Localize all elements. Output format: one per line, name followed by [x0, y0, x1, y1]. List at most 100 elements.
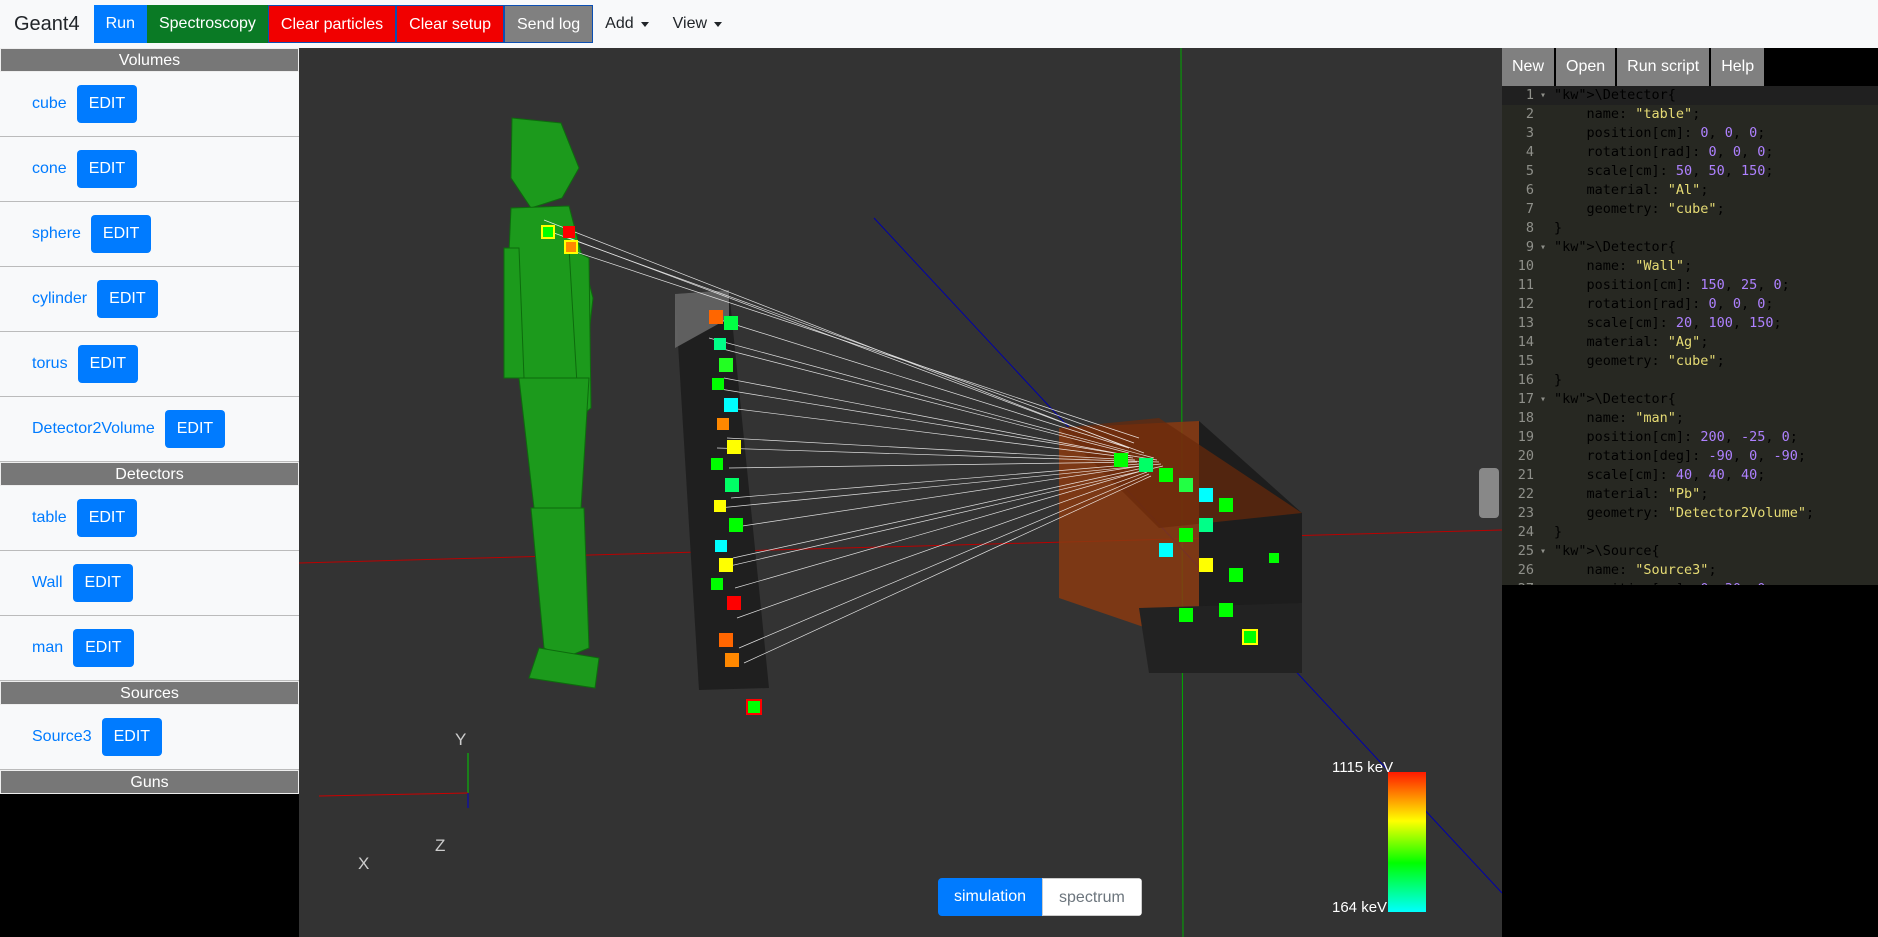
code-line[interactable]: 6 material: "Al";	[1502, 181, 1878, 200]
fold-icon[interactable]: ▾	[1540, 542, 1554, 561]
code-area[interactable]: 1 ▾ "kw">\Detector{2 name: "table"; 3 posit…	[1502, 86, 1878, 585]
add-dropdown[interactable]: Add	[593, 5, 660, 43]
fold-icon[interactable]	[1540, 295, 1554, 314]
code-line[interactable]: 15 geometry: "cube";	[1502, 352, 1878, 371]
scrollbar-thumb[interactable]	[1479, 468, 1499, 518]
volume-label[interactable]: cylinder	[32, 290, 87, 308]
fold-icon[interactable]	[1540, 257, 1554, 276]
code-line[interactable]: 16}	[1502, 371, 1878, 390]
fold-icon[interactable]	[1540, 447, 1554, 466]
view-dropdown[interactable]: View	[661, 5, 734, 43]
run-script-button[interactable]: Run script	[1617, 48, 1712, 86]
scene-canvas[interactable]	[299, 48, 1502, 937]
volume-item-sphere: sphere EDIT	[0, 202, 299, 267]
code-line[interactable]: 18 name: "man";	[1502, 409, 1878, 428]
clear-setup-button[interactable]: Clear setup	[396, 5, 504, 43]
edit-button[interactable]: EDIT	[90, 215, 152, 253]
source-label[interactable]: Source3	[32, 728, 92, 746]
new-button[interactable]: New	[1502, 48, 1557, 86]
code-line[interactable]: 13 scale[cm]: 20, 100, 150;	[1502, 314, 1878, 333]
code-line[interactable]: 27 position[cm]: 0, 30, 0;	[1502, 580, 1878, 585]
fold-icon[interactable]	[1540, 428, 1554, 447]
code-line[interactable]: 8}	[1502, 219, 1878, 238]
code-text: "kw">\Source{	[1554, 543, 1660, 559]
edit-button[interactable]: EDIT	[101, 718, 163, 756]
fold-icon[interactable]	[1540, 124, 1554, 143]
volume-label[interactable]: cube	[32, 95, 67, 113]
edit-button[interactable]: EDIT	[73, 629, 134, 667]
send-log-button[interactable]: Send log	[504, 5, 594, 43]
fold-icon[interactable]	[1540, 504, 1554, 523]
fold-icon[interactable]	[1540, 466, 1554, 485]
fold-icon[interactable]	[1540, 143, 1554, 162]
edit-button[interactable]: EDIT	[76, 499, 138, 537]
fold-icon[interactable]: ▾	[1540, 390, 1554, 409]
edit-button[interactable]: EDIT	[164, 410, 226, 448]
fold-icon[interactable]	[1540, 561, 1554, 580]
edit-button[interactable]: EDIT	[76, 150, 138, 188]
code-line[interactable]: 20 rotation[deg]: -90, 0, -90;	[1502, 447, 1878, 466]
fold-icon[interactable]	[1540, 352, 1554, 371]
code-line[interactable]: 23 geometry: "Detector2Volume";	[1502, 504, 1878, 523]
fold-icon[interactable]	[1540, 485, 1554, 504]
volume-item-cylinder: cylinder EDIT	[0, 267, 299, 332]
fold-icon[interactable]	[1540, 162, 1554, 181]
code-line[interactable]: 1 ▾ "kw">\Detector{	[1502, 86, 1878, 105]
line-number: 26	[1517, 562, 1534, 578]
detector-label[interactable]: Wall	[32, 574, 63, 592]
code-line[interactable]: 14 material: "Ag";	[1502, 333, 1878, 352]
line-number: 18	[1517, 410, 1534, 426]
detector-label[interactable]: man	[32, 639, 63, 657]
open-button[interactable]: Open	[1556, 48, 1618, 86]
help-button[interactable]: Help	[1711, 48, 1767, 86]
spectrum-toggle-button[interactable]: spectrum	[1042, 878, 1142, 916]
fold-icon[interactable]	[1540, 523, 1554, 542]
volume-label[interactable]: torus	[32, 355, 68, 373]
fold-icon[interactable]	[1540, 314, 1554, 333]
volume-label[interactable]: sphere	[32, 225, 81, 243]
edit-button[interactable]: EDIT	[97, 280, 158, 318]
edit-button[interactable]: EDIT	[77, 345, 139, 383]
volume-label[interactable]: cone	[32, 160, 67, 178]
code-line[interactable]: 26 name: "Source3";	[1502, 561, 1878, 580]
code-line[interactable]: 21 scale[cm]: 40, 40, 40;	[1502, 466, 1878, 485]
simulation-toggle-button[interactable]: simulation	[938, 878, 1043, 916]
fold-icon[interactable]	[1540, 409, 1554, 428]
edit-button[interactable]: EDIT	[76, 85, 138, 123]
run-button[interactable]: Run	[93, 5, 147, 43]
code-text: position[cm]: 200, -25, 0;	[1554, 429, 1798, 445]
volumes-header: Volumes	[0, 48, 299, 72]
detector-label[interactable]: table	[32, 509, 67, 527]
code-line[interactable]: 11 position[cm]: 150, 25, 0;	[1502, 276, 1878, 295]
spectroscopy-button[interactable]: Spectroscopy	[146, 5, 268, 43]
code-line[interactable]: 7 geometry: "cube";	[1502, 200, 1878, 219]
code-line[interactable]: 25 ▾ "kw">\Source{	[1502, 542, 1878, 561]
fold-icon[interactable]	[1540, 105, 1554, 124]
fold-icon[interactable]	[1540, 371, 1554, 390]
brand-title[interactable]: Geant4	[14, 13, 80, 36]
code-line[interactable]: 10 name: "Wall";	[1502, 257, 1878, 276]
code-line[interactable]: 24}	[1502, 523, 1878, 542]
code-line[interactable]: 4 rotation[rad]: 0, 0, 0;	[1502, 143, 1878, 162]
code-line[interactable]: 5 scale[cm]: 50, 50, 150;	[1502, 162, 1878, 181]
code-line[interactable]: 2 name: "table";	[1502, 105, 1878, 124]
code-line[interactable]: 9 ▾ "kw">\Detector{	[1502, 238, 1878, 257]
code-line[interactable]: 12 rotation[rad]: 0, 0, 0;	[1502, 295, 1878, 314]
volume-label[interactable]: Detector2Volume	[32, 420, 155, 438]
code-line[interactable]: 19 position[cm]: 200, -25, 0;	[1502, 428, 1878, 447]
fold-icon[interactable]: ▾	[1540, 86, 1554, 105]
code-text: material: "Al";	[1554, 182, 1709, 198]
code-line[interactable]: 17 ▾ "kw">\Detector{	[1502, 390, 1878, 409]
fold-icon[interactable]	[1540, 333, 1554, 352]
fold-icon[interactable]	[1540, 219, 1554, 238]
fold-icon[interactable]	[1540, 200, 1554, 219]
clear-particles-button[interactable]: Clear particles	[267, 5, 397, 43]
fold-icon[interactable]	[1540, 181, 1554, 200]
edit-button[interactable]: EDIT	[72, 564, 133, 602]
code-line[interactable]: 3 position[cm]: 0, 0, 0;	[1502, 124, 1878, 143]
fold-icon[interactable]	[1540, 580, 1554, 585]
fold-icon[interactable]: ▾	[1540, 238, 1554, 257]
code-line[interactable]: 22 material: "Pb";	[1502, 485, 1878, 504]
fold-icon[interactable]	[1540, 276, 1554, 295]
3d-viewport[interactable]: Y Z X 1115 keV 164 keV simulation spectr…	[299, 48, 1502, 937]
